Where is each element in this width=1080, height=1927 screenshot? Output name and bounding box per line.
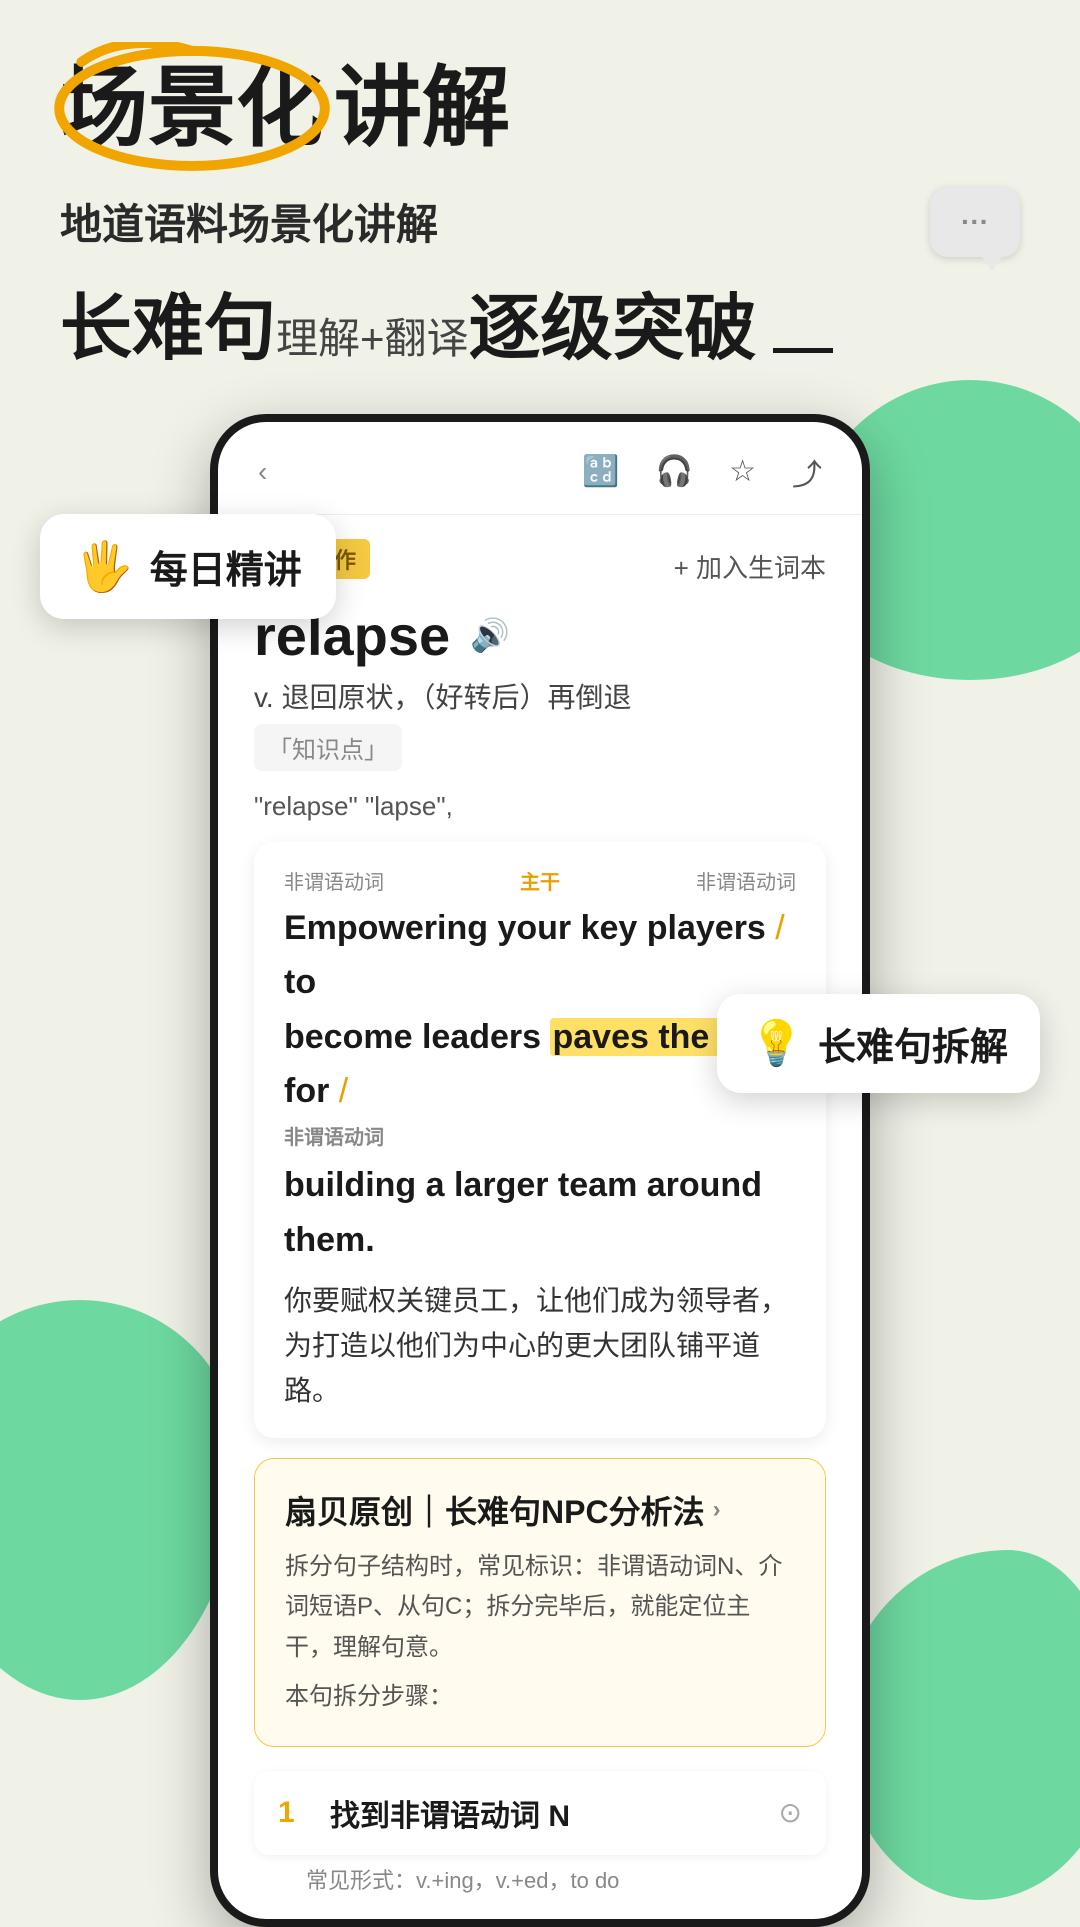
step-number-1: 1 [278,1796,310,1830]
share-icon[interactable]: ⤴ [792,450,822,494]
sound-icon[interactable]: 🔊 [470,616,510,654]
phone-top-icons: 🔡 🎧 ☆ ⤴ [582,450,822,494]
npc-card-title: 扇贝原创｜长难句NPC分析法 › [285,1487,795,1533]
phone-mockup: ‹ 🔡 🎧 ☆ ⤴ 高频写作 + 加入生词本 relapse [210,414,870,1927]
add-vocab-button[interactable]: + 加入生词本 [674,548,826,585]
grammar-label-right: 非谓语动词 [696,866,796,895]
npc-card-desc2: 本句拆分步骤： [285,1677,795,1718]
npc-card: 扇贝原创｜长难句NPC分析法 › 拆分句子结构时，常见标识：非谓语动词N、介词短… [254,1458,826,1747]
sentence-analysis-card: 非谓语动词 主干 非谓语动词 Empowering your key playe… [254,842,826,1438]
subtitle-line2: 长难句 理解+翻译 逐级突破 [60,269,1020,374]
phone-area: 🖐️ 每日精讲 💡 长难句拆解 ‹ 🔡 🎧 ☆ ⤴ [60,414,1020,1927]
knowledge-link[interactable]: 「知识点」 [254,724,402,771]
sentence-building: building a larger team around them. [284,1166,762,1258]
npc-card-desc1: 拆分句子结构时，常见标识：非谓语动词N、介词短语P、从句C；拆分完毕后，就能定位… [285,1547,795,1669]
headphone-icon[interactable]: 🎧 [656,454,693,489]
word-definition: v. 退回原状，（好转后）再倒退 [254,676,826,716]
word-main: relapse 🔊 [254,603,826,668]
sentence-to: to [284,963,316,1001]
step-target-icon[interactable]: ⊙ [779,1796,802,1829]
back-icon[interactable]: ‹ [258,456,267,488]
step-title-1: 找到非谓语动词 N [330,1791,759,1835]
star-icon[interactable]: ☆ [729,454,756,489]
bulb-icon: 💡 [749,1017,804,1069]
grammar-labels-row: 非谓语动词 主干 非谓语动词 [284,866,796,895]
phone-top-bar: ‹ 🔡 🎧 ☆ ⤴ [218,422,862,515]
sentence-for: for [284,1072,339,1110]
step-subtitle-1: 常见形式：v.+ing，v.+ed，to do [306,1863,826,1895]
floating-card-sentence: 💡 长难句拆解 [717,994,1040,1093]
step-item-1: 1 找到非谓语动词 N ⊙ [254,1771,826,1855]
dictionary-icon[interactable]: 🔡 [582,454,619,489]
sentence-become: become leaders [284,1018,550,1056]
grammar-label-center: 主干 [520,866,560,895]
subtitle-line1: 地道语料场景化讲解 ··· [60,187,1020,257]
hand-wave-icon: 🖐️ [74,538,134,595]
hero-title: 场景化 讲解 [60,60,1020,157]
grammar-label-left: 非谓语动词 [284,866,384,895]
sentence-label-nonfinite: 非谓语动词 [284,1122,796,1154]
floating-card-daily: 🖐️ 每日精讲 [40,514,336,619]
underline-decoration [773,348,833,353]
speech-bubble-icon: ··· [930,187,1020,257]
hero-title-highlight: 场景化 [60,60,324,157]
npc-arrow-icon[interactable]: › [713,1496,721,1524]
translation-text: 你要赋权关键员工，让他们成为领导者，为打造以他们为中心的更大团队铺平道路。 [284,1279,796,1413]
daily-label: 每日精讲 [150,539,302,594]
phone-body: 高频写作 + 加入生词本 relapse 🔊 v. 退回原状，（好转后）再倒退 … [218,515,862,1919]
subtitle-section: 地道语料场景化讲解 ··· 长难句 理解+翻译 逐级突破 [60,187,1020,374]
word-example: "relapse" "lapse", [254,787,826,826]
sentence-label: 长难句拆解 [818,1016,1008,1071]
sentence-part1: Empowering your key players [284,909,766,947]
sentence-text: Empowering your key players / to become … [284,901,796,1267]
